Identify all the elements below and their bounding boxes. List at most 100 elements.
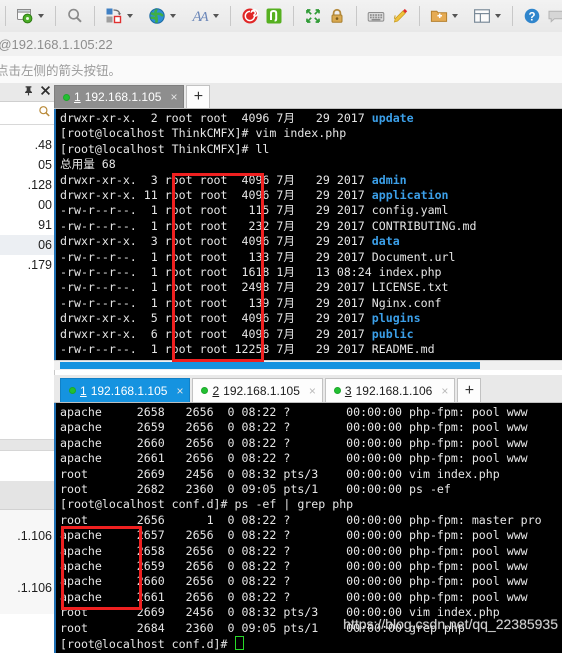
terminal-text: -rw-r--r--. 1 root root 115 7月 29 2017 c… xyxy=(60,203,449,218)
toolbar-session-manager[interactable] xyxy=(11,3,50,29)
sidebar-search[interactable] xyxy=(0,102,54,125)
transfer-icon[interactable] xyxy=(102,4,126,28)
terminal-text: apache 2659 2656 0 08:22 ? 00:00:00 php-… xyxy=(60,420,528,435)
terminal-text: -rw-r--r--. 1 root root 12258 7月 29 2017… xyxy=(60,342,435,357)
sidebar-session-list: .48 05 .128 00 91 06 .179 xyxy=(0,125,54,275)
terminal-text: 总用量 68 xyxy=(60,157,116,172)
font-icon[interactable]: A A xyxy=(188,4,212,28)
sidebar-lower-item-0[interactable]: .1.106 xyxy=(0,510,54,562)
new-tab-button[interactable]: + xyxy=(186,85,211,108)
xftp-icon[interactable] xyxy=(262,4,286,28)
chat-icon[interactable] xyxy=(544,4,562,28)
tab-index: 2 xyxy=(212,383,220,398)
sidebar-item-3[interactable]: 00 xyxy=(0,195,54,215)
xshell-icon[interactable] xyxy=(238,4,262,28)
new-tab-button[interactable]: + xyxy=(457,378,482,402)
toolbar-separator xyxy=(419,6,420,26)
chevron-down-icon[interactable] xyxy=(170,14,176,18)
address-bar[interactable]: r@192.168.1.105:22 xyxy=(0,32,562,57)
terminal-text: apache 2660 2656 0 08:22 ? 00:00:00 php-… xyxy=(60,574,528,589)
tab-index: 1 xyxy=(80,383,87,398)
terminal-text: drwxr-xr-x. 3 root root 4096 7月 29 2017 xyxy=(60,234,372,249)
tab-close-icon[interactable]: × xyxy=(441,384,448,398)
toolbar-find[interactable] xyxy=(61,3,89,29)
chevron-down-icon[interactable] xyxy=(452,14,458,18)
toolbar-help[interactable]: ? xyxy=(518,3,562,29)
chevron-down-icon[interactable] xyxy=(213,14,219,18)
sidebar-item-5[interactable]: 06 xyxy=(0,235,54,255)
terminal-text: update xyxy=(371,111,414,125)
new-folder-icon[interactable] xyxy=(427,4,451,28)
toolbar-new-folder[interactable] xyxy=(425,3,464,29)
chevron-down-icon[interactable] xyxy=(38,14,44,18)
sidebar-item-label: 05 xyxy=(38,158,52,172)
session-manager-icon[interactable] xyxy=(13,4,37,28)
toolbar-separator xyxy=(55,6,56,26)
tab-close-icon[interactable]: × xyxy=(176,384,183,398)
svg-text:A: A xyxy=(199,10,209,25)
scrollbar-thumb[interactable] xyxy=(60,362,480,369)
sidebar-item-0[interactable]: .48 xyxy=(0,135,54,155)
tab-host-label: 192.168.1.105 xyxy=(90,383,168,398)
toolbar-fullscreen[interactable] xyxy=(299,3,351,29)
terminal-pane-bottom: 1 192.168.1.105 × 2 192.168.1.105 × 3 19… xyxy=(54,375,562,653)
close-icon[interactable] xyxy=(40,85,51,99)
chevron-down-icon[interactable] xyxy=(495,14,501,18)
toolbar-separator xyxy=(94,6,95,26)
help-icon[interactable]: ? xyxy=(520,4,544,28)
tab-close-icon[interactable]: × xyxy=(170,90,177,104)
pin-icon[interactable] xyxy=(23,85,34,99)
globe-icon[interactable] xyxy=(145,4,169,28)
sidebar-item-6[interactable]: .179 xyxy=(0,255,54,275)
horizontal-scrollbar-top[interactable] xyxy=(54,360,562,370)
keyboard-icon[interactable] xyxy=(364,4,388,28)
chevron-down-icon[interactable] xyxy=(127,14,133,18)
terminal-screen-bottom[interactable]: apache 2658 2656 0 08:22 ? 00:00:00 php-… xyxy=(54,403,562,653)
tab-host-label: 192.168.1.106 xyxy=(355,383,433,398)
terminal-text: -rw-r--r--. 1 root root 139 7月 29 2017 N… xyxy=(60,295,442,310)
tab-3-192-168-1-106[interactable]: 3 192.168.1.106 × xyxy=(324,378,456,402)
status-dot-icon xyxy=(69,387,76,394)
terminal-text: admin xyxy=(371,172,407,187)
terminal-text: [root@localhost conf.d]# xyxy=(60,637,235,652)
tab-1-192-168-1-105[interactable]: 1 192.168.1.105 × xyxy=(54,85,185,108)
toolbar-arrange-windows[interactable] xyxy=(468,3,507,29)
sidebar-header xyxy=(0,83,54,102)
tab-2-192-168-1-105[interactable]: 2 192.168.1.105 × xyxy=(192,378,323,402)
status-dot-icon xyxy=(63,93,70,101)
search-icon[interactable] xyxy=(63,4,87,28)
terminal-text: drwxr-xr-x. 3 root root 4096 7月 29 2017 xyxy=(60,172,372,187)
tab-1-192-168-1-105[interactable]: 1 192.168.1.105 × xyxy=(60,378,191,402)
toolbar-file-transfer[interactable] xyxy=(100,3,139,29)
terminal-text: [root@localhost ThinkCMFX]# vim index.ph… xyxy=(60,126,347,141)
toolbar-compose-bar[interactable] xyxy=(362,3,414,29)
svg-text:?: ? xyxy=(528,11,535,23)
toolbar-xshell[interactable] xyxy=(236,3,288,29)
highlight-icon[interactable] xyxy=(388,4,412,28)
tab-close-icon[interactable]: × xyxy=(309,384,316,398)
sidebar-item-2[interactable]: .128 xyxy=(0,175,54,195)
tab-bar-top: 1 192.168.1.105 × + xyxy=(54,83,562,109)
toolbar-tunneling[interactable] xyxy=(143,3,182,29)
terminal-text: apache 2660 2656 0 08:22 ? 00:00:00 php-… xyxy=(60,435,528,450)
layout-icon[interactable] xyxy=(470,4,494,28)
sidebar-item-label: 00 xyxy=(38,198,52,212)
terminal-screen-top[interactable]: drwxr-xr-x. 2 root root 4096 7月 29 2017 … xyxy=(54,109,562,360)
terminal-text: apache 2659 2656 0 08:22 ? 00:00:00 php-… xyxy=(60,559,528,574)
terminal-text: apache 2661 2656 0 08:22 ? 00:00:00 php-… xyxy=(60,451,528,466)
toolbar-appearance[interactable]: A A xyxy=(186,3,225,29)
sidebar-item-4[interactable]: 91 xyxy=(0,215,54,235)
tab-host-label: 192.168.1.105 xyxy=(223,383,300,398)
search-icon[interactable] xyxy=(38,105,51,121)
tab-index: 3 xyxy=(344,383,352,398)
fullscreen-icon[interactable] xyxy=(301,4,325,28)
sidebar-lower-item-1[interactable]: .1.106 xyxy=(0,562,54,614)
terminal-text: data xyxy=(371,234,400,249)
sidebar-divider xyxy=(0,439,54,451)
sidebar-item-1[interactable]: 05 xyxy=(0,155,54,175)
lock-icon[interactable] xyxy=(325,4,349,28)
toolbar-separator xyxy=(293,6,294,26)
terminal-text: root 2669 2456 0 08:32 pts/3 00:00:00 vi… xyxy=(60,466,500,481)
terminal-text: public xyxy=(371,326,414,341)
sidebar-item-label: .179 xyxy=(27,258,52,272)
